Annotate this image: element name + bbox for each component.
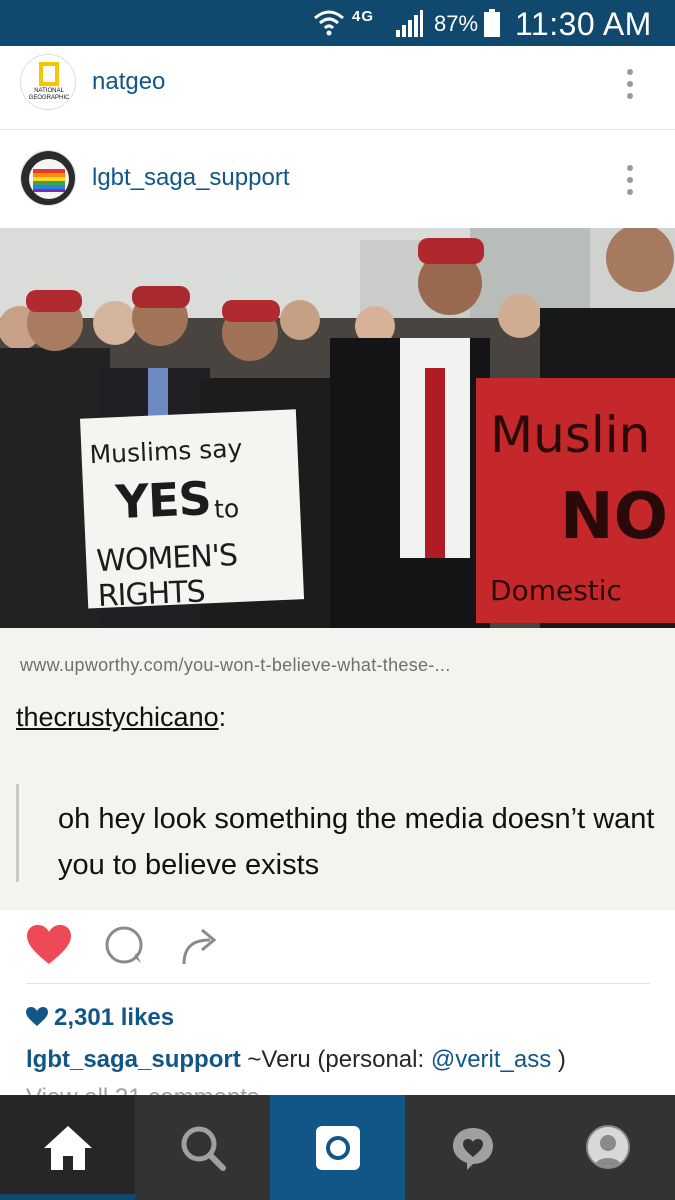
likes-heart-icon bbox=[26, 1006, 48, 1026]
share-icon[interactable] bbox=[180, 924, 220, 966]
clock: 11:30 AM bbox=[515, 6, 652, 42]
natgeo-username[interactable]: natgeo bbox=[92, 68, 165, 96]
sign-left: Muslims say YES to WOMEN'S RIGHTS bbox=[76, 407, 302, 614]
home-icon bbox=[43, 1125, 92, 1170]
image-link-url: www.upworthy.com/you-won-t-believe-what-… bbox=[20, 655, 451, 675]
post-avatar[interactable] bbox=[20, 150, 76, 206]
quote-bar bbox=[16, 784, 19, 882]
quote-text: oh hey look something the media doesn’t … bbox=[58, 803, 655, 881]
status-bar: 4G 87% 11:30 AM bbox=[0, 0, 675, 46]
quote-author: thecrustychicano: bbox=[16, 702, 227, 732]
signal-icon bbox=[396, 10, 423, 37]
natgeo-logo-line2: GEOGRAPHIC bbox=[29, 95, 70, 101]
post-header-natgeo: NATIONAL GEOGRAPHIC natgeo bbox=[0, 48, 675, 128]
post-username[interactable]: lgbt_saga_support bbox=[92, 164, 289, 192]
heart-filled-icon[interactable] bbox=[26, 924, 72, 966]
profile-icon bbox=[586, 1125, 630, 1169]
sign-left-line2b: to bbox=[213, 493, 240, 524]
caption-mention[interactable]: @verit_ass bbox=[431, 1046, 551, 1073]
feed-divider bbox=[0, 129, 675, 130]
natgeo-logo-line1: NATIONAL bbox=[34, 88, 64, 94]
sign-right-line2: NO bbox=[560, 480, 668, 554]
sign-left-line3: WOMEN'S RIGHTS bbox=[95, 537, 238, 615]
tab-profile[interactable] bbox=[540, 1095, 675, 1200]
sign-left-line2: YES bbox=[114, 471, 212, 530]
activity-icon bbox=[452, 1127, 493, 1170]
rainbow-badge-icon bbox=[21, 151, 75, 205]
search-icon bbox=[181, 1126, 226, 1171]
caption-text: ~Veru (personal: bbox=[247, 1046, 431, 1073]
natgeo-logo-icon: NATIONAL GEOGRAPHIC bbox=[21, 55, 75, 109]
quote-author-name: thecrustychicano bbox=[16, 702, 219, 732]
natgeo-avatar[interactable]: NATIONAL GEOGRAPHIC bbox=[20, 54, 76, 110]
more-vertical-icon[interactable] bbox=[618, 66, 642, 102]
post-header: lgbt_saga_support bbox=[0, 140, 675, 220]
wifi-icon bbox=[314, 10, 344, 36]
post-actions bbox=[0, 912, 675, 982]
tab-camera[interactable] bbox=[270, 1095, 405, 1200]
caption-username[interactable]: lgbt_saga_support bbox=[26, 1046, 241, 1073]
tab-home[interactable] bbox=[0, 1095, 135, 1200]
actions-divider bbox=[26, 983, 650, 984]
caption-text-end: ) bbox=[551, 1046, 566, 1073]
post-caption: lgbt_saga_support ~Veru (personal: @veri… bbox=[26, 1046, 566, 1074]
likes-text: 2,301 likes bbox=[54, 1004, 175, 1031]
battery-icon bbox=[484, 9, 500, 37]
likes-count[interactable]: 2,301 likes bbox=[26, 1004, 174, 1036]
battery-percent: 87% bbox=[434, 11, 479, 36]
sign-right: Muslin NO Domestic bbox=[480, 378, 675, 618]
tab-search[interactable] bbox=[135, 1095, 270, 1200]
tab-activity[interactable] bbox=[405, 1095, 540, 1200]
post-image[interactable]: Muslims say YES to WOMEN'S RIGHTS Muslin… bbox=[0, 228, 675, 910]
comment-icon[interactable] bbox=[103, 925, 145, 967]
sign-left-line1: Muslims say bbox=[88, 433, 243, 470]
camera-icon bbox=[315, 1125, 360, 1170]
more-vertical-icon[interactable] bbox=[618, 162, 642, 198]
network-type: 4G bbox=[352, 8, 375, 25]
sign-right-line1: Muslin bbox=[490, 406, 651, 464]
bottom-nav bbox=[0, 1095, 675, 1200]
sign-right-line3: Domestic bbox=[490, 574, 622, 607]
active-tab-indicator bbox=[0, 1194, 135, 1200]
